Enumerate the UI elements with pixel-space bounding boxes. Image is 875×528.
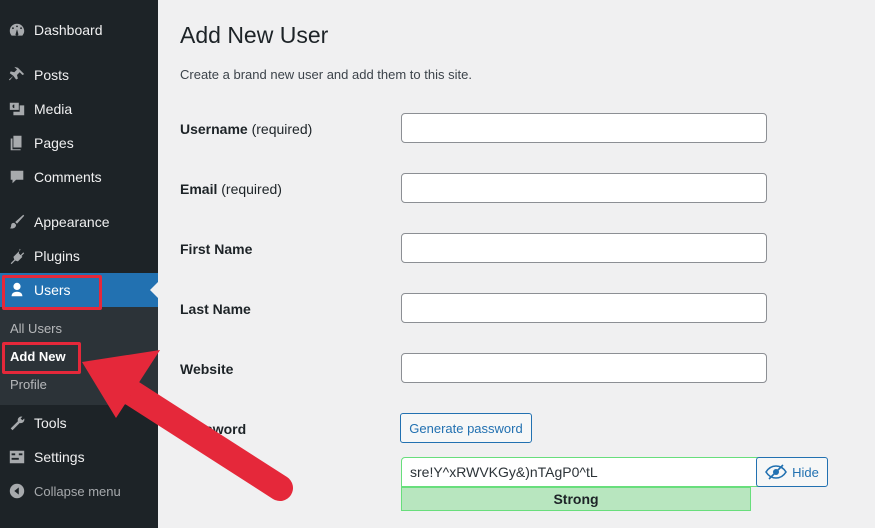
generate-password-button[interactable]: Generate password [400,413,532,443]
user-icon [7,280,27,300]
password-label: Password [180,421,247,437]
plugin-icon [7,246,27,266]
comment-icon [7,167,27,187]
settings-icon [7,447,27,467]
email-field[interactable] [401,173,767,203]
sidebar-item-label: Dashboard [34,22,103,38]
email-label: Email (required) [180,181,282,197]
page-description: Create a brand new user and add them to … [180,67,472,82]
dashboard-icon [7,20,27,40]
submenu-item-all-users[interactable]: All Users [10,321,62,336]
username-label: Username (required) [180,121,313,137]
sidebar-item-tools[interactable]: Tools [0,406,158,440]
sidebar-item-posts[interactable]: Posts [0,58,158,92]
collapse-menu-button[interactable]: Collapse menu [0,474,158,508]
last-name-label: Last Name [180,301,251,317]
sidebar-item-users[interactable]: Users [0,273,158,307]
sidebar-item-dashboard[interactable]: Dashboard [0,13,158,47]
password-strength-meter: Strong [401,487,751,511]
current-menu-indicator [150,282,158,298]
eye-slash-icon [765,464,788,480]
hide-password-button[interactable]: Hide [756,457,828,487]
website-label: Website [180,361,234,377]
sidebar-item-label: Settings [34,449,85,465]
first-name-field[interactable] [401,233,767,263]
users-submenu: All Users Add New Profile [0,307,158,405]
pages-icon [7,133,27,153]
page-title: Add New User [180,22,329,48]
last-name-field[interactable] [401,293,767,323]
wrench-icon [7,413,27,433]
username-field[interactable] [401,113,767,143]
sidebar-item-label: Posts [34,67,70,83]
sidebar-item-label: Users [34,282,71,298]
sidebar-item-pages[interactable]: Pages [0,126,158,160]
first-name-label: First Name [180,241,253,257]
collapse-menu-label: Collapse menu [34,483,121,499]
sidebar-item-label: Plugins [34,248,80,264]
sidebar-item-plugins[interactable]: Plugins [0,239,158,273]
sidebar-item-settings[interactable]: Settings [0,440,158,474]
sidebar-item-media[interactable]: Media [0,92,158,126]
submenu-item-profile[interactable]: Profile [10,377,47,392]
hide-button-label: Hide [792,464,819,480]
collapse-icon [7,481,27,501]
sidebar-item-label: Appearance [34,214,110,230]
password-field[interactable] [401,457,767,487]
sidebar-item-label: Media [34,101,73,117]
pin-icon [7,65,27,85]
sidebar-item-comments[interactable]: Comments [0,160,158,194]
sidebar-item-appearance[interactable]: Appearance [0,205,158,239]
website-field[interactable] [401,353,767,383]
admin-sidebar: Dashboard Posts Media Pages Comments App… [0,0,158,528]
sidebar-item-label: Pages [34,135,74,151]
main-content: Add New User Create a brand new user and… [158,0,875,528]
media-icon [7,99,27,119]
submenu-item-add-new[interactable]: Add New [10,349,66,364]
brush-icon [7,212,27,232]
sidebar-item-label: Tools [34,415,67,431]
sidebar-item-label: Comments [34,169,102,185]
